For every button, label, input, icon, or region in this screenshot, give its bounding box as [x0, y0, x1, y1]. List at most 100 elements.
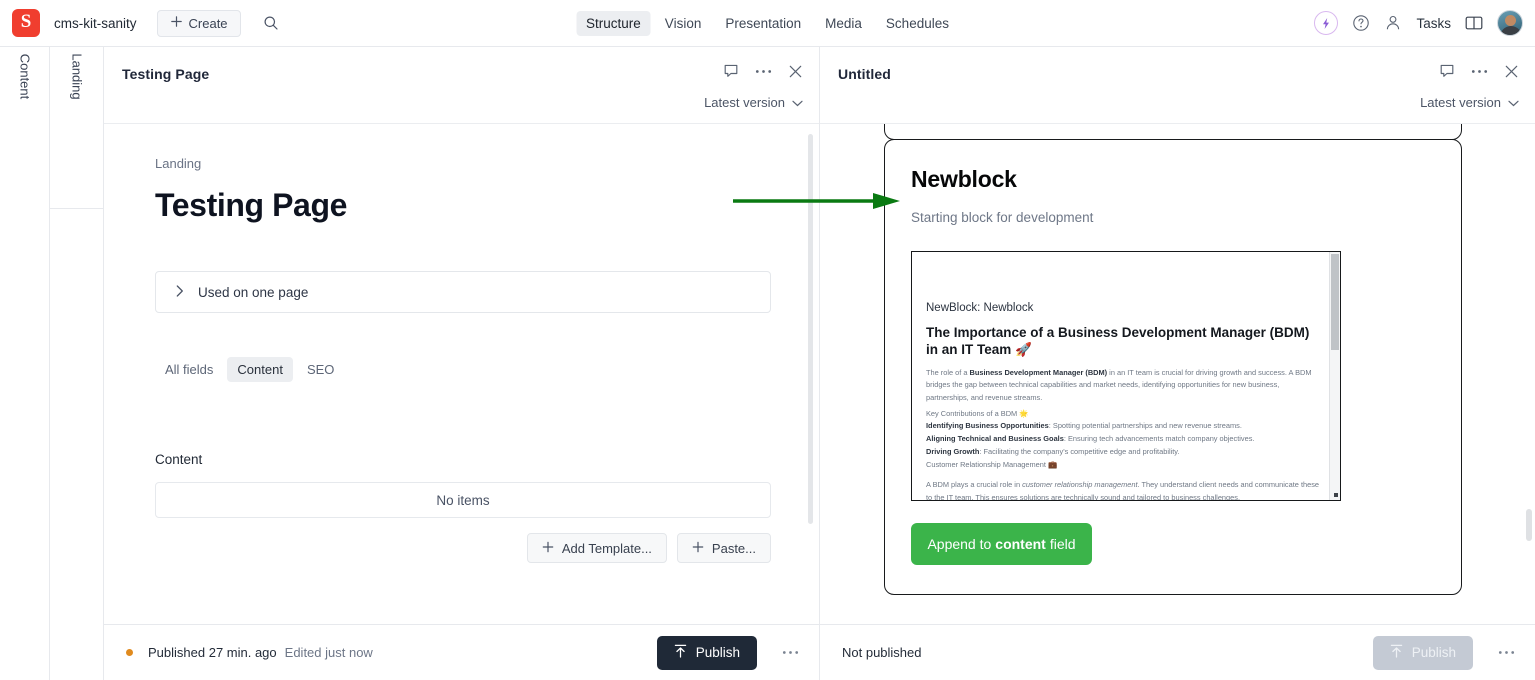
create-button[interactable]: Create	[156, 9, 241, 37]
chevron-right-icon	[176, 284, 184, 300]
close-icon[interactable]	[788, 64, 803, 79]
tab-all-fields[interactable]: All fields	[155, 357, 223, 382]
publish-button-disabled: Publish	[1372, 635, 1473, 670]
sidebar-item-landing[interactable]: Landing	[69, 53, 84, 99]
block-card-newblock[interactable]: Newblock Starting block for development …	[884, 139, 1462, 595]
more-menu-icon[interactable]	[1471, 69, 1488, 74]
right-pane-body: Newblock Starting block for development …	[820, 124, 1535, 680]
left-version-selector[interactable]: Latest version	[704, 95, 803, 110]
page-title: Testing Page	[155, 187, 347, 223]
append-button-pre: Append to	[927, 536, 992, 552]
right-pane-header-actions	[1439, 63, 1519, 79]
plus-icon	[170, 15, 183, 31]
block-preview-content: NewBlock: Newblock The Importance of a B…	[912, 252, 1340, 500]
users-icon[interactable]	[1384, 14, 1402, 32]
primary-nav: Structure Vision Presentation Media Sche…	[576, 10, 959, 36]
more-menu-icon[interactable]	[755, 69, 772, 74]
preview-bullet: Aligning Technical and Business Goals: E…	[926, 433, 1322, 446]
no-items-label: No items	[436, 492, 490, 508]
preview-kicker: NewBlock: Newblock	[926, 302, 1034, 314]
document-pane-right: Untitled Latest version Newblock Startin…	[820, 47, 1535, 680]
close-icon[interactable]	[1504, 64, 1519, 79]
preview-p2-italic: customer relationship management	[1022, 480, 1138, 490]
chevron-down-icon	[792, 95, 803, 110]
tab-content[interactable]: Content	[227, 357, 293, 382]
tab-seo[interactable]: SEO	[297, 357, 344, 382]
footer-more-menu-icon[interactable]	[782, 650, 799, 655]
help-icon[interactable]	[1352, 14, 1370, 32]
block-subtitle: Starting block for development	[911, 210, 1094, 225]
block-preview-box[interactable]: NewBlock: Newblock The Importance of a B…	[911, 251, 1341, 501]
paste-label: Paste...	[711, 540, 756, 556]
right-pane-footer: Not published Publish	[820, 624, 1535, 680]
paste-button[interactable]: Paste...	[676, 533, 771, 563]
append-to-content-button[interactable]: Append to content field	[911, 523, 1092, 565]
sidebar-rail-content[interactable]: Content	[0, 47, 50, 680]
preview-bullet-bold: Identifying Business Opportunities	[926, 421, 1049, 431]
preview-scrollbar-thumb[interactable]	[1331, 254, 1339, 350]
edit-status: Edited just now	[284, 645, 373, 660]
used-on-collapsible[interactable]: Used on one page	[155, 271, 771, 313]
right-pane-title: Untitled	[838, 66, 891, 82]
sanity-logo[interactable]: S	[12, 9, 40, 37]
preview-p1-pre: The role of a	[926, 367, 970, 377]
preview-bullet-bold: Aligning Technical and Business Goals	[926, 434, 1064, 444]
document-pane-left: Testing Page Latest version Landing Test…	[104, 47, 820, 680]
preview-bullet: Driving Growth: Facilitating the company…	[926, 446, 1322, 459]
block-card-previous[interactable]	[884, 124, 1462, 140]
add-template-label: Add Template...	[561, 540, 652, 556]
nav-tab-schedules[interactable]: Schedules	[876, 11, 959, 36]
sidebar-item-content[interactable]: Content	[17, 54, 32, 100]
publish-status: Not published	[842, 645, 922, 660]
project-name[interactable]: cms-kit-sanity	[54, 16, 137, 31]
preview-bullet-text: : Spotting potential partnerships and ne…	[1048, 421, 1242, 431]
top-bar: S cms-kit-sanity Create Structure Vision…	[0, 0, 1535, 47]
avatar-body	[1500, 26, 1522, 35]
upload-icon	[674, 644, 687, 661]
used-on-label: Used on one page	[198, 284, 309, 300]
status-badge	[126, 649, 133, 656]
plus-icon	[692, 541, 704, 556]
top-bar-actions: Tasks	[1314, 10, 1523, 36]
breadcrumb: Landing	[155, 156, 202, 171]
publish-status: Published 27 min. ago	[148, 645, 277, 660]
left-pane-header-actions	[723, 63, 803, 79]
add-template-button[interactable]: Add Template...	[526, 533, 667, 563]
preview-section-heading: Key Contributions of a BDM 🌟	[926, 408, 1029, 418]
nav-tab-structure[interactable]: Structure	[576, 10, 651, 36]
right-pane-scrollbar[interactable]	[1526, 509, 1532, 541]
nav-tab-presentation[interactable]: Presentation	[715, 11, 811, 36]
right-version-selector[interactable]: Latest version	[1420, 95, 1519, 110]
publish-button-label: Publish	[1411, 645, 1456, 660]
preview-scrollbar-track[interactable]	[1329, 252, 1340, 500]
left-pane-scrollbar[interactable]	[808, 134, 813, 524]
publish-button[interactable]: Publish	[656, 635, 757, 670]
rail-divider	[50, 208, 103, 209]
upload-icon	[1390, 644, 1403, 661]
append-button-post: field	[1049, 536, 1076, 552]
user-avatar[interactable]	[1497, 10, 1523, 36]
sidebar-rail-landing[interactable]: Landing	[50, 47, 104, 680]
left-version-label: Latest version	[704, 95, 785, 110]
field-group-tabs: All fields Content SEO	[155, 357, 771, 382]
preview-bullet-text: : Facilitating the company's competitive…	[979, 446, 1180, 456]
preview-resize-handle[interactable]	[1334, 493, 1338, 497]
tasks-button[interactable]: Tasks	[1416, 16, 1451, 31]
right-version-label: Latest version	[1420, 95, 1501, 110]
footer-more-menu-icon[interactable]	[1498, 650, 1515, 655]
plus-icon	[542, 541, 554, 556]
right-pane-scroll-area: Newblock Starting block for development …	[820, 124, 1535, 680]
nav-tab-media[interactable]: Media	[815, 11, 872, 36]
content-empty-state: No items	[155, 482, 771, 518]
panel-toggle-icon[interactable]	[1465, 15, 1483, 31]
left-pane-scroll-area: Landing Testing Page Used on one page Al…	[104, 124, 819, 680]
comment-icon[interactable]	[1439, 63, 1455, 79]
append-button-field: content	[995, 536, 1046, 552]
content-field-label: Content	[155, 452, 203, 467]
bolt-icon[interactable]	[1314, 11, 1339, 35]
nav-tab-vision[interactable]: Vision	[655, 11, 712, 36]
content-field-actions: Add Template... Paste...	[155, 533, 771, 563]
search-icon[interactable]	[263, 15, 279, 31]
comment-icon[interactable]	[723, 63, 739, 79]
preview-paragraph-1: The role of a Business Development Manag…	[926, 367, 1322, 405]
